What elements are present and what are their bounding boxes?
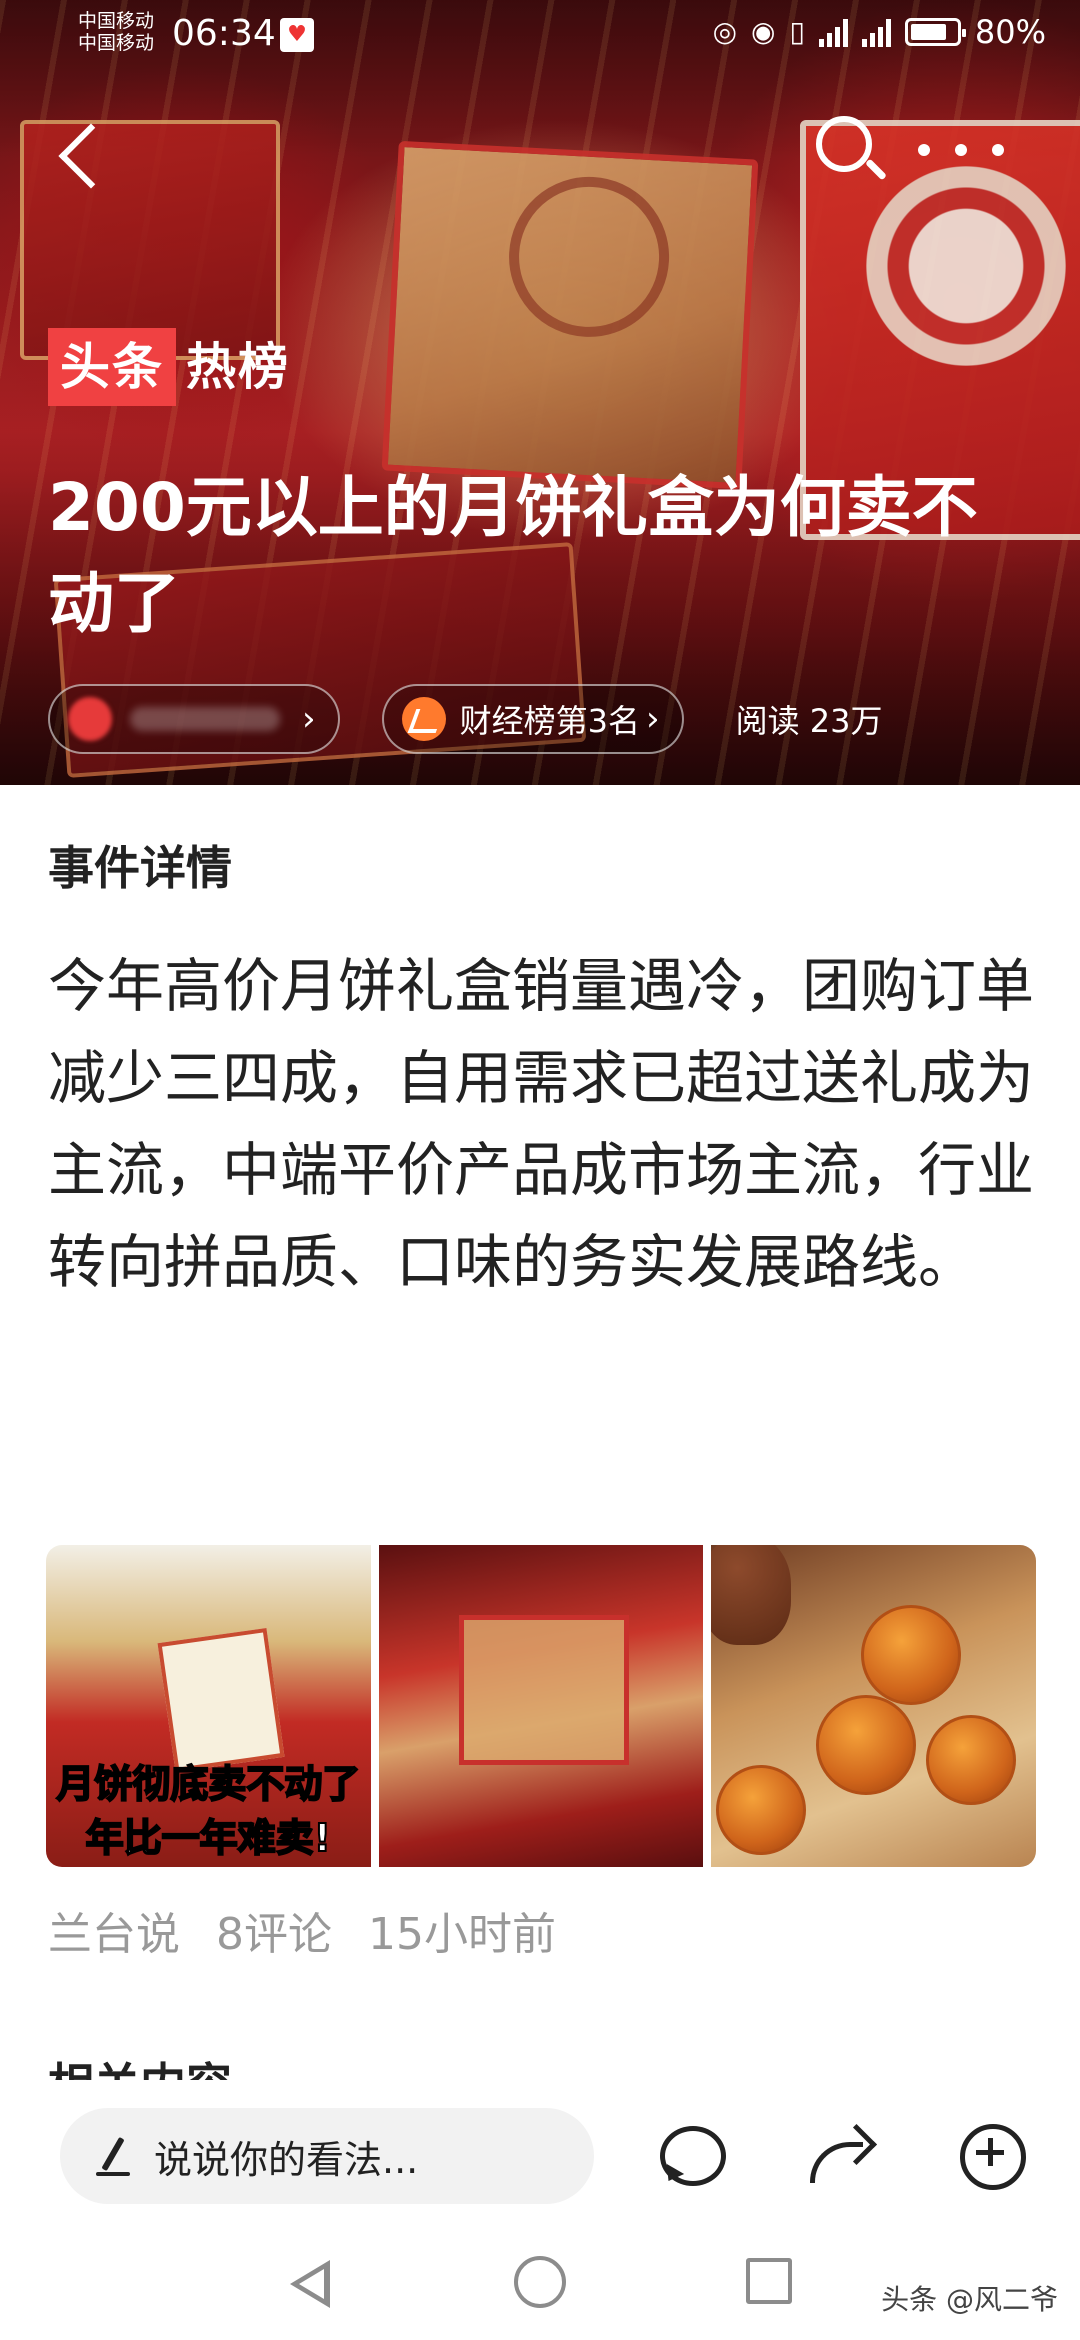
status-bar: 中国移动 中国移动 06:34 ♥ ◎ ◉ ▯ 80% <box>0 0 1080 70</box>
chevron-right-icon: › <box>645 699 660 739</box>
notification-heart-icon: ♥ <box>280 18 314 52</box>
comment-placeholder: 说说你的看法... <box>154 2137 419 2182</box>
thumbnail-image[interactable]: 月饼彻底卖不动了 年比一年难卖! <box>46 1545 371 1867</box>
hero-title: 200元以上的月饼礼盒为何卖不动了 <box>48 469 978 642</box>
signal-1-icon <box>818 17 848 47</box>
event-summary: 今年高价月饼礼盒销量遇冷，团购订单减少三四成，自用需求已超过送礼成为主流，中端平… <box>48 952 1035 1296</box>
back-button[interactable] <box>40 115 120 195</box>
battery-percent: 80% <box>974 13 1046 51</box>
comment-count[interactable]: 8评论 <box>216 1905 332 1965</box>
author-name[interactable]: 兰台说 <box>48 1905 180 1965</box>
thumbnail-caption: 年比一年难卖! <box>85 1815 332 1861</box>
carrier-2: 中国移动 <box>78 32 155 54</box>
comment-bar: 说说你的看法... <box>0 2080 1080 2230</box>
hot-list-badge: 头条 热榜 <box>48 328 290 406</box>
top-nav <box>0 100 1080 210</box>
system-back-icon[interactable] <box>286 2258 338 2310</box>
hot-badge-part2: 热榜 <box>186 338 290 396</box>
article-meta: 兰台说 8评论 15小时前 <box>48 1905 556 1965</box>
mooncake-image <box>861 1605 962 1705</box>
source-avatar <box>68 697 112 741</box>
more-dot <box>992 144 1004 156</box>
carrier-1: 中国移动 <box>78 10 155 32</box>
thumbnail-image[interactable] <box>711 1545 1037 1867</box>
chevron-right-icon: › <box>302 699 316 739</box>
eye-comfort-icon: ◉ <box>751 15 776 48</box>
system-recents-icon[interactable] <box>746 2258 792 2304</box>
battery-fill <box>910 24 947 40</box>
comment-icon[interactable] <box>656 2122 726 2192</box>
thumbnail-caption: 月饼彻底卖不动了 <box>55 1761 361 1807</box>
read-count: 阅读 23万 <box>735 702 883 740</box>
rank-chart-icon <box>401 697 446 741</box>
vibrate-icon: ▯ <box>789 15 805 48</box>
hot-badge-part1: 头条 <box>48 328 176 406</box>
signal-2-icon <box>861 17 891 47</box>
search-icon <box>816 116 872 172</box>
mooncake-image <box>926 1715 1017 1805</box>
battery-icon <box>904 18 966 46</box>
thumbnail-image[interactable] <box>378 1545 704 1867</box>
thumbnail-poster <box>157 1627 285 1773</box>
add-icon[interactable] <box>958 2122 1028 2192</box>
more-dot <box>955 144 967 156</box>
mooncake-image <box>716 1765 807 1855</box>
publish-time: 15小时前 <box>368 1909 556 1960</box>
section-title: 事件详情 <box>48 841 232 895</box>
rank-pill[interactable]: 财经榜第3名 › <box>381 684 684 754</box>
search-icon-handle <box>865 158 887 181</box>
source-pill[interactable]: › <box>48 684 340 754</box>
share-icon[interactable] <box>804 2122 874 2192</box>
image-gallery: 月饼彻底卖不动了 年比一年难卖! <box>46 1545 1037 1867</box>
clock: 06:34 <box>172 13 276 54</box>
more-button[interactable] <box>906 110 1016 190</box>
search-button[interactable] <box>810 110 890 190</box>
hotspot-icon: ◎ <box>712 15 738 48</box>
pen-icon <box>96 2136 132 2176</box>
comment-input[interactable]: 说说你的看法... <box>60 2108 594 2204</box>
carrier-label: 中国移动 中国移动 <box>78 10 154 54</box>
rank-label: 财经榜第3名 <box>459 702 640 740</box>
system-nav-bar: 头条 @风二爷 <box>0 2230 1080 2340</box>
source-name-blurred <box>130 707 280 731</box>
system-home-icon[interactable] <box>514 2256 566 2308</box>
teapot-image <box>711 1545 792 1645</box>
watermark: 头条 @风二爷 <box>881 2283 1058 2316</box>
hero-meta: › 财经榜第3名 › 阅读 23万 <box>48 684 883 754</box>
mooncake-image <box>816 1695 917 1795</box>
more-dot <box>918 144 930 156</box>
status-icons: ◎ ◉ ▯ 80% <box>713 14 1046 50</box>
add-icon-v <box>988 2138 993 2166</box>
